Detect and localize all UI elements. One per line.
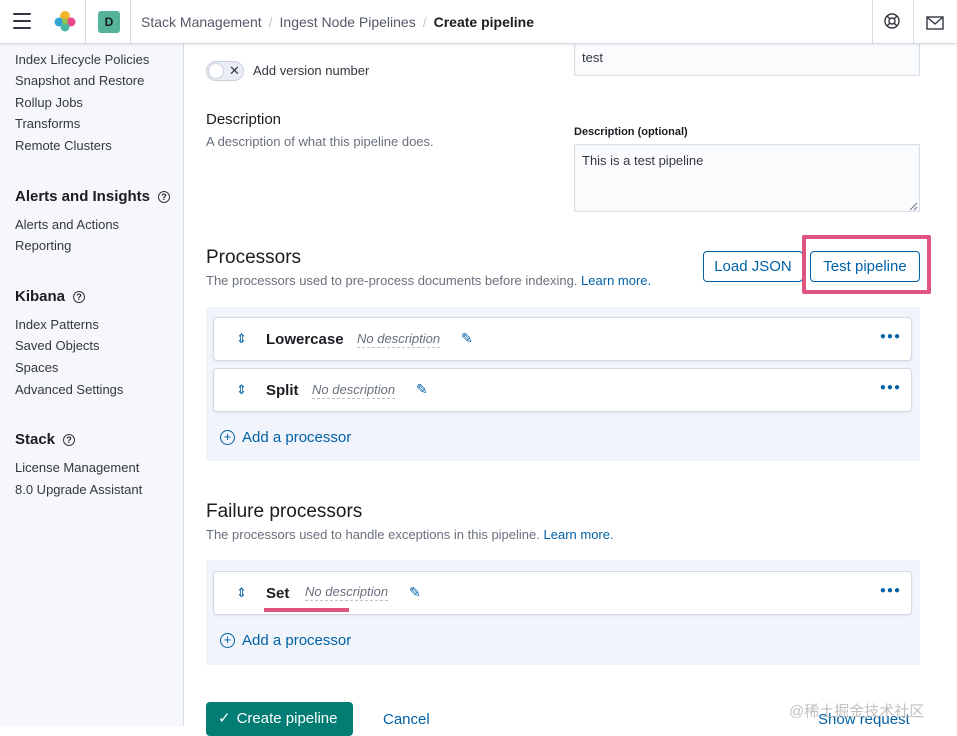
breadcrumb-stack-management[interactable]: Stack Management	[141, 14, 262, 30]
version-toggle-label: Add version number	[253, 63, 370, 78]
space-avatar[interactable]: D	[98, 11, 120, 33]
load-json-button[interactable]: Load JSON	[703, 251, 803, 282]
top-header: D Stack Management / Ingest Node Pipelines…	[0, 0, 957, 44]
breadcrumb-ingest-pipelines[interactable]: Ingest Node Pipelines	[280, 14, 416, 30]
processors-title: Processors	[206, 247, 302, 268]
drag-handle-icon[interactable]: ⇕	[236, 382, 247, 398]
sidebar-item-spaces[interactable]: Spaces	[15, 360, 58, 375]
processor-description[interactable]: No description	[305, 584, 389, 601]
help-icon[interactable]: ?	[158, 191, 171, 204]
drag-handle-icon[interactable]: ⇕	[236, 331, 247, 347]
create-pipeline-button[interactable]: ✓ Create pipeline	[206, 702, 353, 736]
processor-item[interactable]: ⇕ Split No description ✎ ●●●	[213, 368, 912, 412]
create-pipeline-label: Create pipeline	[236, 710, 338, 727]
header-divider	[85, 0, 86, 44]
plus-icon: +	[220, 430, 235, 445]
pencil-icon[interactable]: ✎	[416, 381, 428, 398]
more-actions-icon[interactable]: ●●●	[880, 382, 901, 393]
add-processor-label: Add a processor	[242, 632, 352, 649]
sidebar-item-snapshot-and-restore[interactable]: Snapshot and Restore	[15, 73, 144, 88]
sidebar-item-upgrade-assistant[interactable]: 8.0 Upgrade Assistant	[15, 482, 142, 497]
header-divider	[872, 0, 873, 44]
description-section-title: Description	[206, 111, 282, 128]
description-textarea[interactable]: This is a test pipeline	[574, 144, 920, 212]
more-actions-icon[interactable]: ●●●	[880, 585, 901, 596]
processor-name: Set	[266, 585, 290, 602]
elastic-logo-icon[interactable]	[54, 10, 76, 32]
sidebar-section-title: Stack	[15, 431, 56, 448]
menu-icon[interactable]	[13, 13, 31, 29]
plus-icon: +	[220, 633, 235, 648]
help-icon[interactable]: ?	[73, 291, 86, 304]
failure-processors-title: Failure processors	[206, 501, 363, 522]
mail-icon[interactable]	[926, 14, 944, 32]
sidebar-item-reporting[interactable]: Reporting	[15, 238, 71, 253]
failure-help-text: The processors used to handle exceptions…	[206, 527, 614, 542]
version-toggle[interactable]: ✕	[206, 61, 244, 81]
sidebar-section-alerts: Alerts and Insights?	[15, 188, 171, 205]
sidebar-item-advanced-settings[interactable]: Advanced Settings	[15, 382, 123, 397]
processors-help-text-body: The processors used to pre-process docum…	[206, 273, 578, 288]
sidebar-item-alerts-and-actions[interactable]: Alerts and Actions	[15, 217, 119, 232]
more-actions-icon[interactable]: ●●●	[880, 331, 901, 342]
toggle-knob	[208, 63, 224, 79]
learn-more-link[interactable]: Learn more.	[581, 273, 651, 288]
sidebar-section-title: Alerts and Insights	[15, 188, 151, 205]
drag-handle-icon[interactable]: ⇕	[236, 585, 247, 601]
sidebar-item-saved-objects[interactable]: Saved Objects	[15, 338, 100, 353]
cancel-button[interactable]: Cancel	[383, 711, 430, 728]
processor-item[interactable]: ⇕ Lowercase No description ✎ ●●●	[213, 317, 912, 361]
sidebar-item-license-management[interactable]: License Management	[15, 460, 139, 475]
breadcrumb: Stack Management / Ingest Node Pipelines / C…	[141, 14, 534, 30]
sidebar-item-rollup-jobs[interactable]: Rollup Jobs	[15, 95, 83, 110]
header-divider	[130, 0, 131, 44]
description-field-label: Description (optional)	[574, 126, 688, 138]
sidebar-section-kibana: Kibana?	[15, 288, 86, 305]
processor-description[interactable]: No description	[357, 331, 441, 348]
header-divider	[913, 0, 914, 44]
sidebar-item-index-patterns[interactable]: Index Patterns	[15, 317, 99, 332]
underline-annotation	[264, 608, 349, 612]
test-pipeline-button[interactable]: Test pipeline	[810, 251, 920, 282]
watermark: @稀土掘金技术社区	[789, 703, 925, 720]
description-help-text: A description of what this pipeline does…	[206, 134, 434, 149]
failure-help-text-body: The processors used to handle exceptions…	[206, 527, 540, 542]
add-processor-button[interactable]: + Add a processor	[220, 429, 351, 446]
add-processor-label: Add a processor	[242, 429, 352, 446]
help-menu-icon[interactable]	[883, 12, 901, 30]
sidebar-item-index-lifecycle-policies[interactable]: Index Lifecycle Policies	[15, 52, 149, 67]
resize-handle-icon[interactable]	[909, 202, 918, 211]
pipeline-name-field[interactable]: test	[574, 42, 920, 76]
sidebar-item-remote-clusters[interactable]: Remote Clusters	[15, 138, 112, 153]
sidebar-section-title: Kibana	[15, 288, 66, 305]
add-failure-processor-button[interactable]: + Add a processor	[220, 632, 351, 649]
pencil-icon[interactable]: ✎	[409, 584, 421, 601]
sidebar-section-stack: Stack?	[15, 431, 76, 448]
sidebar-item-transforms[interactable]: Transforms	[15, 116, 80, 131]
processor-name: Split	[266, 382, 299, 399]
close-icon: ✕	[229, 63, 240, 78]
help-icon[interactable]: ?	[63, 434, 76, 447]
processor-name: Lowercase	[266, 331, 344, 348]
learn-more-link[interactable]: Learn more.	[544, 527, 614, 542]
check-icon: ✓	[218, 710, 231, 727]
processor-description[interactable]: No description	[312, 382, 396, 399]
processors-help-text: The processors used to pre-process docum…	[206, 273, 651, 288]
breadcrumb-current: Create pipeline	[433, 14, 534, 30]
pencil-icon[interactable]: ✎	[461, 330, 473, 347]
